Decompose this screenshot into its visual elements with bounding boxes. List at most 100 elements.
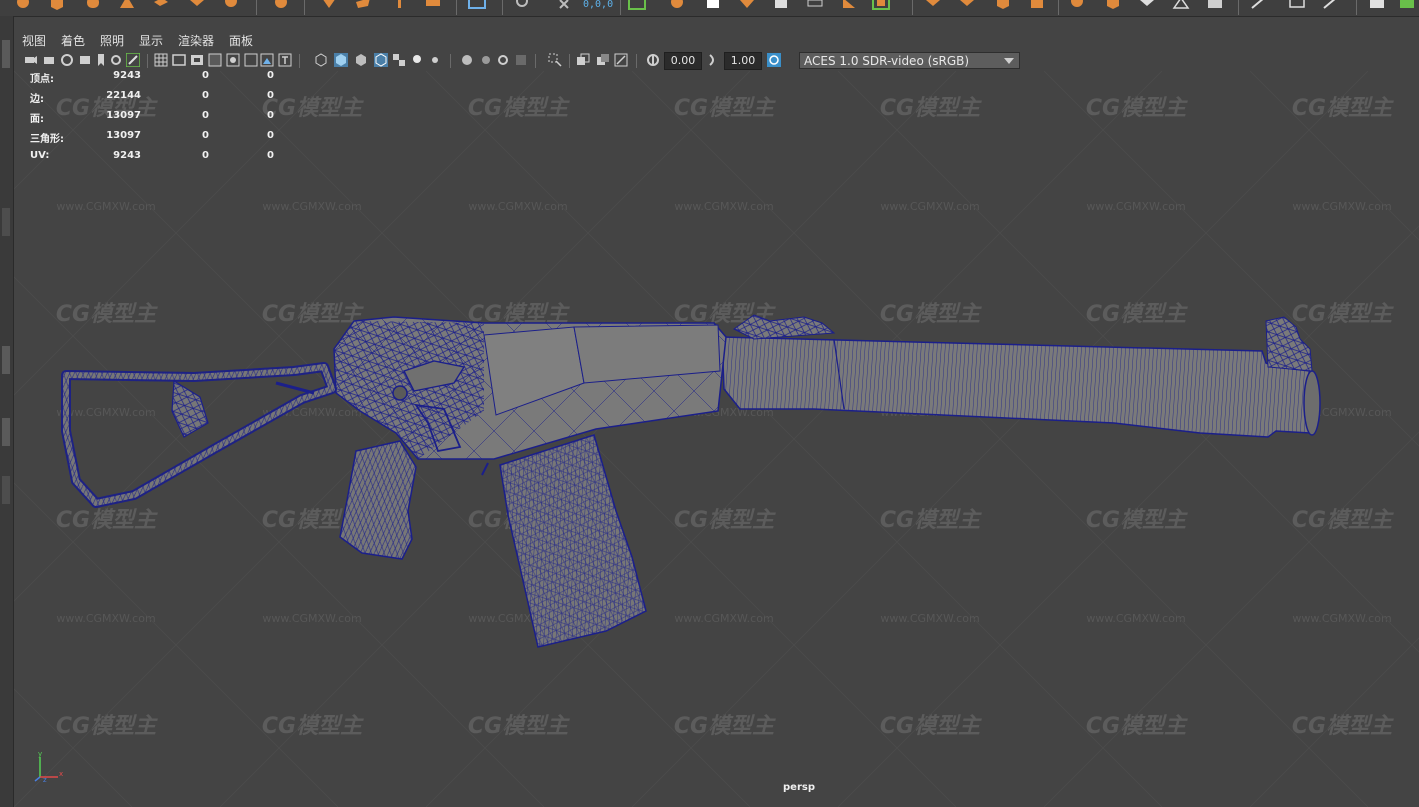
shadows-icon[interactable] <box>428 53 442 67</box>
menu-panels[interactable]: 面板 <box>229 32 253 49</box>
box-icon[interactable] <box>994 0 1012 12</box>
texture-checker-icon[interactable] <box>1368 0 1386 12</box>
hud-vertices-component: 0 <box>267 71 274 81</box>
wireframe-icon[interactable] <box>314 53 328 67</box>
grid-toggle-icon[interactable] <box>154 53 168 67</box>
use-lights-icon[interactable] <box>410 53 424 67</box>
perspective-viewport[interactable]: CG模型主 www.CGMXW.com CG模型主 www.CGMXW.com CG模型… <box>14 71 1419 807</box>
tool-rail <box>0 16 14 807</box>
menu-view[interactable]: 视图 <box>22 32 46 49</box>
rail-handle[interactable] <box>2 418 10 446</box>
checker-icon[interactable] <box>1206 0 1224 12</box>
layer-icon[interactable] <box>924 0 942 12</box>
menu-lighting[interactable]: 照明 <box>100 32 124 49</box>
isolate-select-icon[interactable] <box>548 53 562 67</box>
pen-icon[interactable] <box>1250 0 1268 12</box>
cube-icon[interactable] <box>48 0 66 12</box>
toolbar-divider <box>535 54 536 68</box>
disc-icon[interactable] <box>222 0 240 12</box>
layer-stack-icon[interactable] <box>958 0 976 12</box>
exposure-icon[interactable] <box>646 53 660 67</box>
safe-title-icon[interactable] <box>260 53 274 67</box>
wireframe-rifle-model[interactable] <box>14 71 1419 807</box>
xray-active-icon[interactable] <box>614 53 628 67</box>
hud-label-faces: 面: <box>30 114 44 125</box>
wand-icon[interactable] <box>1322 0 1340 12</box>
image-plane-icon[interactable] <box>94 53 108 67</box>
toolbar-divider <box>299 54 300 68</box>
grid-icon[interactable] <box>468 0 486 12</box>
exposure-field[interactable]: 0.00 <box>664 52 702 70</box>
grease-pencil-icon[interactable] <box>126 53 140 67</box>
resolution-gate-icon[interactable] <box>190 53 204 67</box>
cone-icon[interactable] <box>118 0 136 12</box>
torus-icon[interactable] <box>188 0 206 12</box>
magnet-icon[interactable] <box>514 0 532 12</box>
rail-handle[interactable] <box>2 346 10 374</box>
camera-attr-icon[interactable] <box>60 53 74 67</box>
uv-layout-icon[interactable] <box>772 0 790 12</box>
rail-handle[interactable] <box>2 476 10 504</box>
light-icon[interactable] <box>1138 0 1156 12</box>
rail-handle[interactable] <box>2 208 10 236</box>
gamma-icon[interactable] <box>706 53 720 67</box>
view-transform-dropdown[interactable]: ACES 1.0 SDR-video (sRGB) <box>799 52 1020 69</box>
cylinder-icon[interactable] <box>84 0 102 12</box>
uv-flip-icon[interactable] <box>840 0 858 12</box>
plane-icon[interactable] <box>152 0 170 12</box>
camera-rig-icon[interactable] <box>1172 0 1190 12</box>
uv-cut-icon[interactable] <box>738 0 756 12</box>
anti-alias-icon[interactable] <box>496 53 510 67</box>
default-material-icon[interactable] <box>354 53 368 67</box>
smooth-shade-icon[interactable] <box>334 53 348 67</box>
camera-lock-icon[interactable] <box>42 53 56 67</box>
hud-edges-component: 0 <box>267 90 274 101</box>
hud-edges-value: 22144 <box>106 90 141 101</box>
texture-map-icon[interactable] <box>1398 0 1416 12</box>
uv-planar-icon[interactable] <box>704 0 722 12</box>
extrude-icon[interactable] <box>320 0 338 12</box>
camera-select-icon[interactable] <box>24 53 38 67</box>
gate-mask-icon[interactable] <box>208 53 222 67</box>
gamma-field[interactable]: 1.00 <box>724 52 762 70</box>
close-icon[interactable] <box>556 0 574 12</box>
safe-action-icon[interactable] <box>244 53 258 67</box>
uv-select-icon[interactable] <box>628 0 646 12</box>
shelf-divider <box>304 0 305 15</box>
cage-icon[interactable] <box>1028 0 1046 12</box>
chevron-down-icon <box>1004 58 1014 64</box>
menu-renderer[interactable]: 渲染器 <box>178 32 214 49</box>
xray-joints-icon[interactable] <box>596 53 610 67</box>
ambient-occlusion-icon[interactable] <box>460 53 474 67</box>
soccer-ball-icon[interactable] <box>272 0 290 12</box>
field-chart-icon[interactable] <box>226 53 240 67</box>
uv-unfold-icon[interactable] <box>872 0 890 12</box>
uv-sphere-icon[interactable] <box>668 0 686 12</box>
wireframe-on-shaded-icon[interactable] <box>374 53 388 67</box>
film-gate-icon[interactable] <box>172 53 186 67</box>
shelf-bar: 0,0,0 <box>0 0 1419 17</box>
bridge-icon[interactable] <box>390 0 408 12</box>
textured-icon[interactable] <box>392 53 406 67</box>
camera-name-label: persp <box>783 782 815 793</box>
render-cube-icon[interactable] <box>1104 0 1122 12</box>
color-management-icon[interactable] <box>767 53 781 67</box>
menu-shading[interactable]: 着色 <box>61 32 85 49</box>
depth-of-field-icon[interactable] <box>514 53 528 67</box>
lattice-icon[interactable] <box>1288 0 1306 12</box>
render-sphere-icon[interactable] <box>1068 0 1086 12</box>
bookmark-icon[interactable] <box>78 53 92 67</box>
2d-pan-icon[interactable] <box>110 53 124 67</box>
text-overlay-icon[interactable] <box>278 53 292 67</box>
rail-handle[interactable] <box>2 40 10 68</box>
hud-edges-selected: 0 <box>202 90 209 101</box>
uv-grid-icon[interactable] <box>806 0 824 12</box>
bevel-icon[interactable] <box>354 0 372 12</box>
motion-blur-icon[interactable] <box>478 53 492 67</box>
merge-icon[interactable] <box>424 0 442 12</box>
sphere-icon[interactable] <box>14 0 32 12</box>
shelf-divider <box>1356 0 1357 15</box>
menu-show[interactable]: 显示 <box>139 32 163 49</box>
hud-triangles-selected: 0 <box>202 130 209 141</box>
xray-icon[interactable] <box>576 53 590 67</box>
